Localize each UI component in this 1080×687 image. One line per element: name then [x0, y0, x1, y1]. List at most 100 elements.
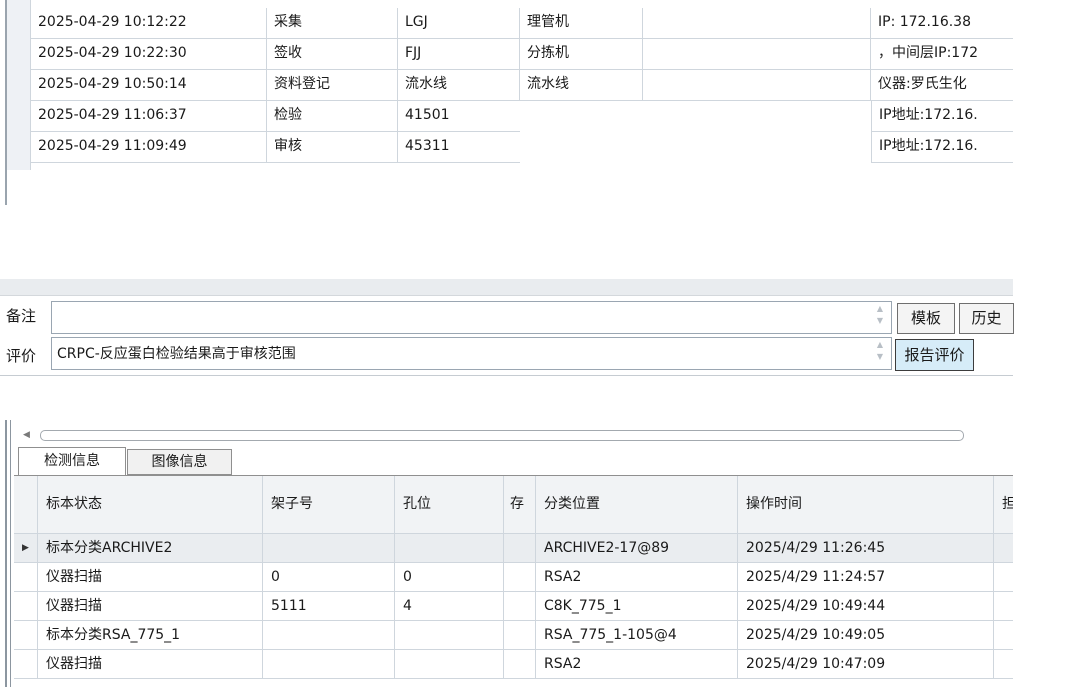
cell-store — [504, 650, 536, 679]
cell-status: 标本分类RSA_775_1 — [38, 621, 263, 650]
log-row[interactable]: 2025-04-29 10:12:22 采集 LGJ 理管机 IP: 172.1… — [7, 8, 1013, 39]
cell-status: 仪器扫描 — [38, 563, 263, 592]
cell-time: 2025/4/29 11:26:45 — [738, 534, 994, 563]
cell-location: ARCHIVE2-17@89 — [536, 534, 738, 563]
evaluation-label: 评价 — [6, 347, 37, 365]
tab-image-info[interactable]: 图像信息 — [127, 449, 232, 475]
log-device-cell — [520, 132, 871, 163]
column-header-status[interactable]: 标本状态 — [38, 476, 263, 534]
cell-location: RSA_775_1-105@4 — [536, 621, 738, 650]
table-row[interactable]: 标本分类RSA_775_1 RSA_775_1-105@4 2025/4/29 … — [14, 621, 1013, 650]
cell-store — [504, 534, 536, 563]
log-code-cell: 流水线 — [398, 70, 520, 101]
detection-grid: 标本状态 架子号 孔位 存 分类位置 操作时间 担 ▶ 标本分类ARCHIVE2… — [14, 475, 1013, 687]
log-extra-cell — [643, 8, 871, 39]
report-evaluation-button[interactable]: 报告评价 — [895, 339, 974, 371]
row-selector — [14, 563, 38, 592]
column-header-rack[interactable]: 架子号 — [263, 476, 395, 534]
log-device-cell: 流水线 — [520, 70, 643, 101]
panel-left-border-inner — [10, 420, 11, 687]
evaluation-spin-icon[interactable]: ▲ ▼ — [873, 339, 887, 369]
cell-position — [395, 621, 504, 650]
cell-position — [395, 534, 504, 563]
cell-location: C8K_775_1 — [536, 592, 738, 621]
column-header-operator[interactable]: 担 — [994, 476, 1013, 534]
row-selector — [14, 621, 38, 650]
cell-position: 4 — [395, 592, 504, 621]
log-action-cell: 检验 — [267, 101, 398, 132]
table-row[interactable]: ▶ 标本分类ARCHIVE2 ARCHIVE2-17@89 2025/4/29 … — [14, 534, 1013, 563]
log-device-cell: 分拣机 — [520, 39, 643, 70]
grid-header-row: 标本状态 架子号 孔位 存 分类位置 操作时间 担 — [14, 476, 1013, 534]
note-label: 备注 — [6, 307, 37, 325]
cell-store — [504, 563, 536, 592]
cell-store — [504, 592, 536, 621]
log-action-cell: 资料登记 — [267, 70, 398, 101]
log-detail-cell: IP地址:172.16. — [871, 101, 1013, 132]
history-button[interactable]: 历史 — [959, 303, 1014, 334]
log-time-cell: 2025-04-29 10:22:30 — [31, 39, 267, 70]
cell-store — [504, 621, 536, 650]
tab-detection-info[interactable]: 检测信息 — [18, 447, 126, 476]
cell-rack — [263, 621, 395, 650]
log-detail-cell: ，中间层IP:172 — [871, 39, 1013, 70]
log-code-cell: LGJ — [398, 8, 520, 39]
log-detail-cell: IP地址:172.16. — [871, 132, 1013, 163]
log-row[interactable]: 2025-04-29 11:06:37 检验 41501 IP地址:172.16… — [7, 101, 1013, 132]
log-extra-cell — [643, 39, 871, 70]
cell-operator — [994, 592, 1013, 621]
cell-rack — [263, 650, 395, 679]
note-spin-icon[interactable]: ▲ ▼ — [873, 303, 887, 333]
column-header-store[interactable]: 存 — [504, 476, 536, 534]
cell-operator — [994, 650, 1013, 679]
log-extra-cell — [643, 70, 871, 101]
column-header-location[interactable]: 分类位置 — [536, 476, 738, 534]
cell-time: 2025/4/29 11:24:57 — [738, 563, 994, 592]
note-input[interactable] — [51, 301, 892, 334]
cell-operator — [994, 534, 1013, 563]
column-header-time[interactable]: 操作时间 — [738, 476, 994, 534]
log-device-cell: 理管机 — [520, 8, 643, 39]
cell-rack: 0 — [263, 563, 395, 592]
log-action-cell: 审核 — [267, 132, 398, 163]
cell-location: RSA2 — [536, 563, 738, 592]
table-row[interactable]: 仪器扫描 0 0 RSA2 2025/4/29 11:24:57 — [14, 563, 1013, 592]
log-code-cell: 41501 — [398, 101, 520, 132]
cell-position — [395, 650, 504, 679]
log-detail-cell: IP: 172.16.38 — [871, 8, 1013, 39]
cell-time: 2025/4/29 10:47:09 — [738, 650, 994, 679]
cell-operator — [994, 621, 1013, 650]
cell-location: RSA2 — [536, 650, 738, 679]
cell-time: 2025/4/29 10:49:05 — [738, 621, 994, 650]
evaluation-input[interactable]: CRPC-反应蛋白检验结果高于审核范围 — [51, 337, 892, 370]
scrollbar-thumb[interactable] — [40, 430, 964, 441]
header-selector — [14, 476, 38, 534]
log-device-cell — [520, 101, 871, 132]
log-detail-cell: 仪器:罗氏生化 — [871, 70, 1013, 101]
log-row[interactable]: 2025-04-29 10:50:14 资料登记 流水线 流水线 仪器:罗氏生化 — [7, 70, 1013, 101]
cell-operator — [994, 563, 1013, 592]
log-code-cell: 45311 — [398, 132, 520, 163]
panel-bottom-border — [0, 375, 1013, 376]
cell-rack: 5111 — [263, 592, 395, 621]
row-indicator-icon: ▶ — [14, 534, 38, 563]
cell-status: 仪器扫描 — [38, 592, 263, 621]
column-header-position[interactable]: 孔位 — [395, 476, 504, 534]
log-time-cell: 2025-04-29 10:50:14 — [31, 70, 267, 101]
horizontal-scrollbar[interactable]: ◀ — [18, 427, 1013, 443]
panel-divider — [0, 279, 1013, 296]
log-time-cell: 2025-04-29 11:09:49 — [31, 132, 267, 163]
log-row[interactable]: 2025-04-29 11:09:49 审核 45311 IP地址:172.16… — [7, 132, 1013, 163]
operation-log-grid: 2025-04-29 10:12:22 采集 LGJ 理管机 IP: 172.1… — [0, 0, 1013, 205]
cell-status: 标本分类ARCHIVE2 — [38, 534, 263, 563]
log-time-cell: 2025-04-29 10:12:22 — [31, 8, 267, 39]
cell-position: 0 — [395, 563, 504, 592]
row-selector — [14, 592, 38, 621]
log-code-cell: FJJ — [398, 39, 520, 70]
table-row[interactable]: 仪器扫描 RSA2 2025/4/29 10:47:09 — [14, 650, 1013, 679]
table-row[interactable]: 仪器扫描 5111 4 C8K_775_1 2025/4/29 10:49:44 — [14, 592, 1013, 621]
detection-panel: ◀ 检测信息 图像信息 标本状态 架子号 孔位 存 分类位置 操作时间 担 ▶ … — [0, 420, 1013, 687]
template-button[interactable]: 模板 — [897, 303, 955, 334]
log-row[interactable]: 2025-04-29 10:22:30 签收 FJJ 分拣机 ，中间层IP:17… — [7, 39, 1013, 70]
scroll-left-icon[interactable]: ◀ — [23, 427, 30, 443]
